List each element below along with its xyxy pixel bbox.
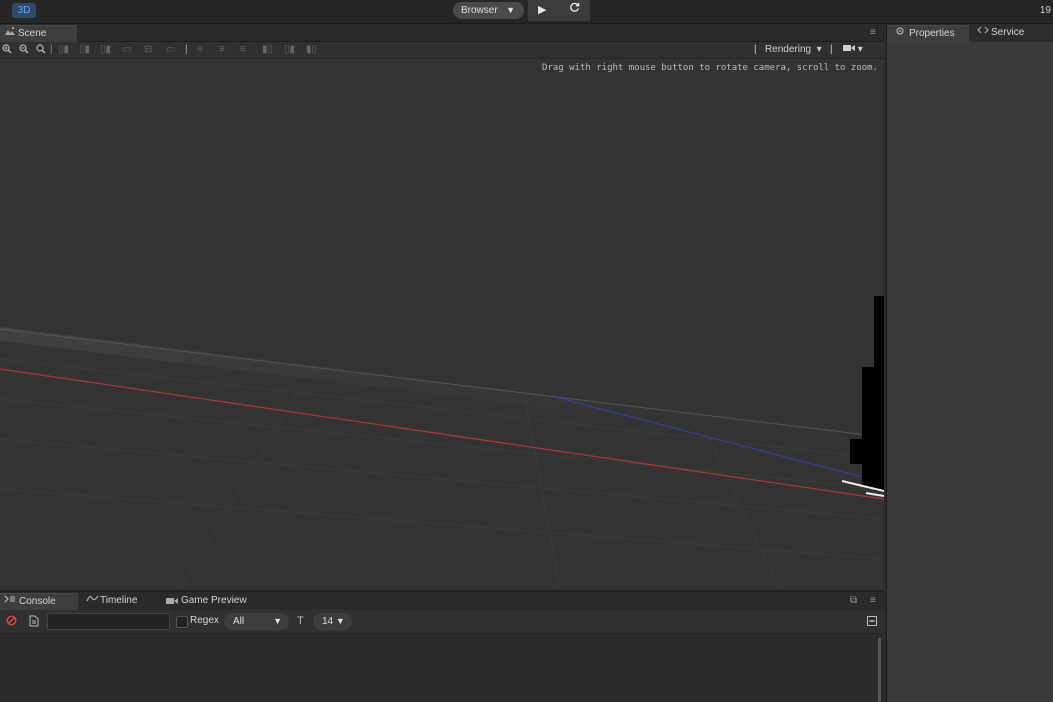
distribute-bottom-icon[interactable]: ≡ bbox=[240, 44, 246, 55]
tab-timeline-label: Timeline bbox=[100, 595, 138, 606]
zoom-reset-icon[interactable] bbox=[36, 44, 46, 57]
hamburger-menu-icon[interactable]: ≡ bbox=[870, 595, 876, 606]
console-scrollbar[interactable] bbox=[878, 638, 881, 702]
rendering-label: Rendering bbox=[764, 44, 812, 55]
font-size-icon: T bbox=[297, 615, 304, 627]
tab-timeline[interactable]: Timeline bbox=[82, 593, 160, 610]
code-icon bbox=[977, 25, 989, 41]
browser-select[interactable]: Browser ▼ bbox=[453, 2, 524, 19]
tab-console-label: Console bbox=[19, 596, 56, 607]
chevron-down-icon: ▼ bbox=[506, 5, 515, 15]
scene-object[interactable] bbox=[841, 296, 884, 497]
gear-icon bbox=[895, 26, 905, 42]
font-size-value: 14 bbox=[322, 616, 334, 627]
tab-properties-label: Properties bbox=[909, 28, 955, 39]
tab-scene-label: Scene bbox=[18, 28, 47, 39]
camera-icon bbox=[166, 593, 178, 611]
right-tab-bar: Properties Service bbox=[887, 24, 1053, 42]
distribute-center-icon[interactable]: ▯▮ bbox=[284, 44, 295, 55]
tab-service-label: Service bbox=[991, 27, 1025, 38]
console-toolbar: Regex All ▼ T 14 ▼ bbox=[0, 610, 884, 634]
mode-3d-badge[interactable]: 3D bbox=[12, 3, 36, 18]
scene-grid bbox=[0, 296, 884, 589]
preview-controls: ▶ bbox=[528, 0, 590, 21]
timeline-icon bbox=[86, 593, 99, 609]
right-panel: Properties Service bbox=[886, 24, 1053, 702]
toolbar-separator: | bbox=[185, 44, 188, 55]
camera-dropdown[interactable]: ▾ bbox=[843, 44, 863, 55]
collapse-icon[interactable] bbox=[867, 616, 877, 629]
rendering-dropdown[interactable]: | Rendering ▾ | bbox=[754, 44, 833, 55]
refresh-icon[interactable] bbox=[569, 2, 580, 16]
distribute-top-icon[interactable]: ≡ bbox=[197, 44, 203, 55]
distribute-left-icon[interactable]: ▮▯ bbox=[262, 44, 273, 55]
log-level-select[interactable]: All ▼ bbox=[224, 613, 289, 630]
regex-label: Regex bbox=[190, 615, 219, 626]
zoom-out-icon[interactable] bbox=[19, 44, 29, 57]
toolbar-separator: | bbox=[754, 44, 757, 55]
scene-icon bbox=[4, 26, 16, 42]
align-left-icon[interactable]: ▯▮ bbox=[58, 44, 69, 55]
font-size-select[interactable]: 14 ▼ bbox=[313, 613, 352, 630]
distribute-right-icon[interactable]: ▮▯ bbox=[306, 44, 317, 55]
tab-properties[interactable]: Properties bbox=[887, 25, 969, 42]
tab-game-preview[interactable]: Game Preview bbox=[162, 593, 258, 610]
toolbar-separator: | bbox=[830, 44, 833, 55]
hamburger-menu-icon[interactable]: ≡ bbox=[870, 27, 876, 38]
video-camera-icon bbox=[843, 44, 858, 55]
scene-tab-bar: Scene ≡ bbox=[0, 24, 884, 42]
horizon-line bbox=[0, 328, 884, 438]
distribute-middle-icon[interactable]: ≡ bbox=[219, 44, 225, 55]
log-file-icon[interactable] bbox=[29, 615, 39, 630]
align-middle-icon[interactable]: ⊟ bbox=[144, 44, 152, 55]
play-icon[interactable]: ▶ bbox=[538, 3, 550, 17]
zoom-in-icon[interactable] bbox=[2, 44, 12, 57]
console-search-input[interactable] bbox=[47, 613, 170, 630]
tab-console[interactable]: Console bbox=[0, 593, 78, 610]
browser-select-label: Browser bbox=[461, 5, 498, 16]
align-center-h-icon[interactable]: ▯▮ bbox=[79, 44, 90, 55]
chevron-down-icon: ▾ bbox=[816, 44, 822, 55]
chevron-down-icon: ▾ bbox=[857, 44, 863, 55]
popout-icon[interactable]: ⧉ bbox=[850, 595, 857, 606]
scene-toolbar: | ▯▮ ▯▮ ▯▮ ▭ ⊟ ▭ | ≡ ≡ ≡ ▮▯ ▯▮ ▮▯ | Rend… bbox=[0, 42, 884, 59]
align-top-icon[interactable]: ▭ bbox=[122, 44, 131, 55]
clock-text: 19 bbox=[1039, 5, 1051, 16]
log-level-value: All bbox=[233, 616, 245, 627]
tab-scene[interactable]: Scene bbox=[0, 25, 77, 42]
align-bottom-icon[interactable]: ▭ bbox=[166, 44, 175, 55]
tab-service[interactable]: Service bbox=[971, 25, 1053, 42]
viewport-hint: Drag with right mouse button to rotate c… bbox=[542, 63, 878, 73]
scene-viewport[interactable]: Drag with right mouse button to rotate c… bbox=[0, 59, 884, 589]
clear-icon[interactable] bbox=[6, 615, 17, 629]
align-right-icon[interactable]: ▯▮ bbox=[100, 44, 111, 55]
chevron-down-icon: ▼ bbox=[273, 616, 282, 626]
regex-checkbox[interactable] bbox=[176, 616, 188, 628]
tab-game-preview-label: Game Preview bbox=[181, 595, 247, 606]
top-bar: 3D Browser ▼ ▶ 19 bbox=[0, 0, 1053, 24]
chevron-down-icon: ▼ bbox=[335, 616, 345, 626]
toolbar-separator: | bbox=[50, 44, 53, 55]
terminal-icon bbox=[4, 594, 16, 610]
bottom-tab-bar: Console Timeline Game Preview ⧉ ≡ bbox=[0, 591, 884, 610]
console-output[interactable] bbox=[0, 634, 884, 702]
